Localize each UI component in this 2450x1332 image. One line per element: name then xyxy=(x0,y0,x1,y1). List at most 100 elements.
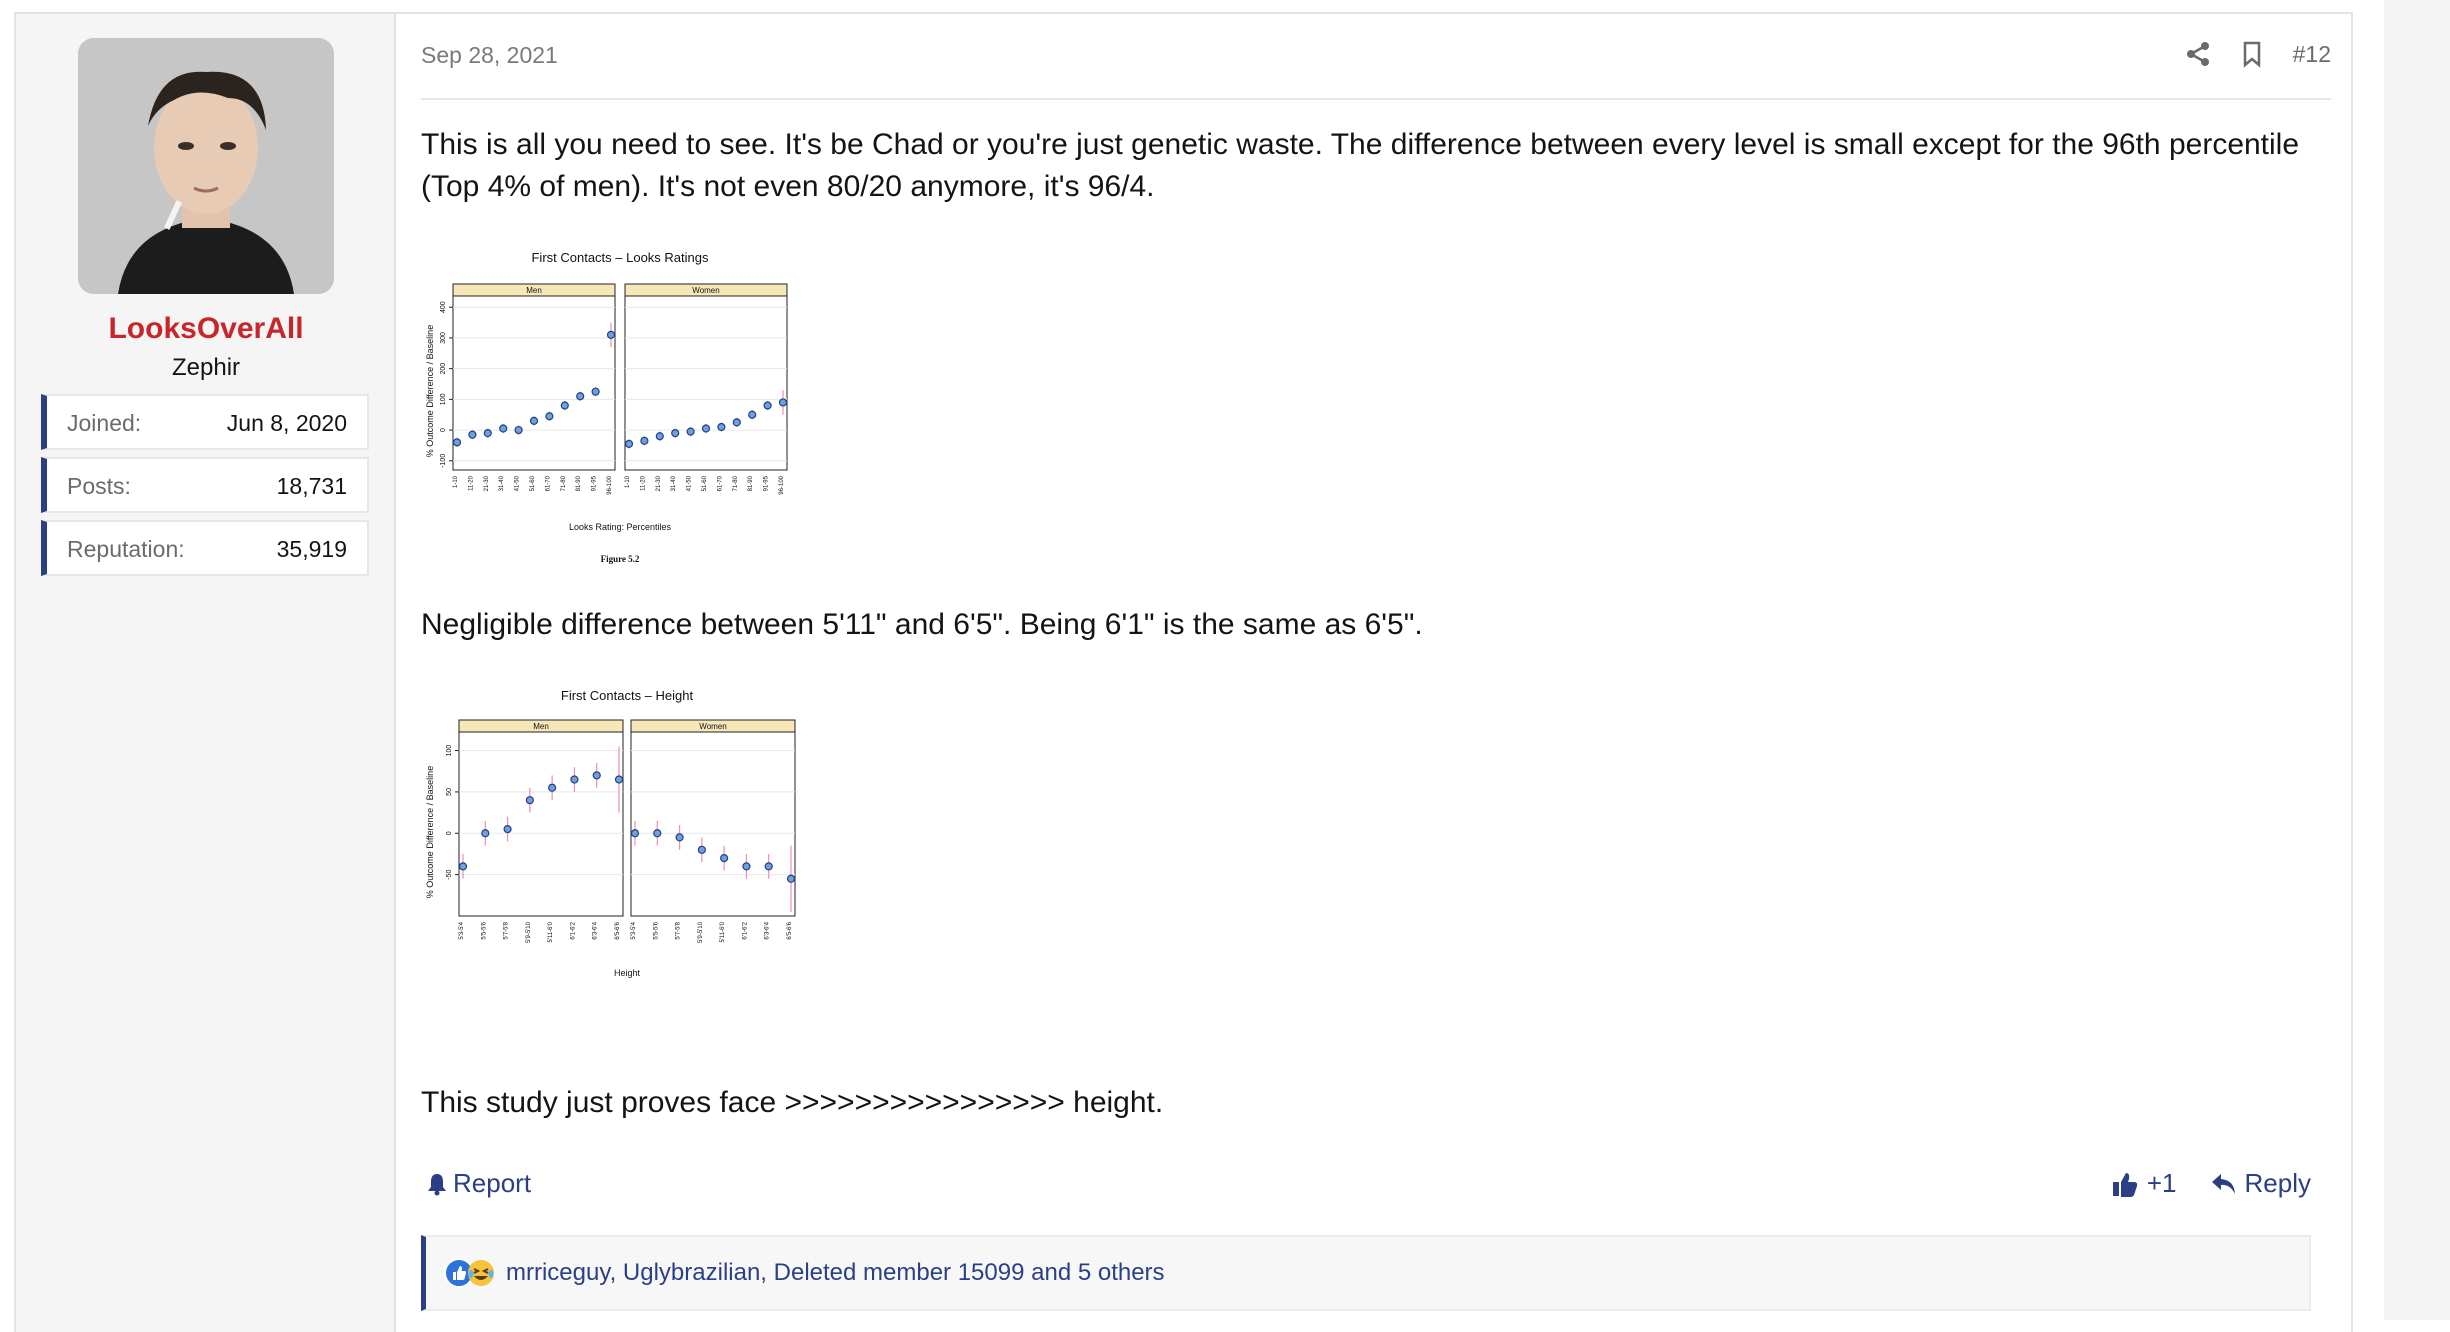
x-axis-label: Height xyxy=(614,968,641,978)
data-point xyxy=(697,845,706,854)
figure-looks-ratings[interactable]: First Contacts – Looks Ratings % Outcome … xyxy=(421,242,821,572)
reaction-icons xyxy=(444,1258,496,1288)
x-tick-label: 6'1-6'2 xyxy=(570,921,576,939)
chart-title: First Contacts – Looks Ratings xyxy=(531,250,709,265)
report-link[interactable]: Report xyxy=(427,1168,531,1199)
x-tick-label: 91-95 xyxy=(592,475,598,491)
panel-frame xyxy=(452,295,616,471)
x-tick-label: 31-40 xyxy=(499,475,505,491)
stat-joined: Joined: Jun 8, 2020 xyxy=(41,394,369,450)
thumbs-up-icon xyxy=(2112,1172,2138,1197)
data-point xyxy=(545,412,554,421)
x-tick-label: 71-80 xyxy=(561,475,567,491)
x-tick-label: 5'11-6'0 xyxy=(720,921,726,942)
reactions-bar[interactable]: mrriceguy, Uglybrazilian, Deleted member… xyxy=(421,1235,2311,1311)
y-tick-label: 50 xyxy=(446,788,453,796)
x-tick-label: 11-20 xyxy=(468,475,474,491)
post-paragraph-3: This study just proves face >>>>>>>>>>>>… xyxy=(421,1086,1164,1119)
data-point xyxy=(591,387,600,396)
x-axis-label: Looks Rating: Percentiles xyxy=(569,522,672,532)
data-point xyxy=(529,416,539,425)
user-avatar[interactable] xyxy=(78,38,334,294)
panel-label: Women xyxy=(699,722,726,731)
data-point xyxy=(458,862,468,871)
avatar-photo xyxy=(78,38,334,294)
x-tick-label: 81-90 xyxy=(748,475,754,491)
x-tick-label: 81-90 xyxy=(576,475,582,491)
y-tick-label: 400 xyxy=(440,301,447,313)
x-tick-label: 41-50 xyxy=(687,475,693,491)
y-tick-label: 0 xyxy=(440,428,447,432)
x-tick-label: 51-60 xyxy=(530,475,536,491)
data-point xyxy=(560,401,569,410)
stat-posts: Posts: 18,731 xyxy=(41,457,369,513)
data-point xyxy=(576,392,585,401)
y-tick-label: 200 xyxy=(440,363,447,375)
stat-label: Joined: xyxy=(67,410,142,436)
x-tick-label: 11-20 xyxy=(640,475,646,491)
data-point xyxy=(653,829,662,838)
data-point xyxy=(701,424,711,433)
figure-height[interactable]: First Contacts – Height % Outcome Differe… xyxy=(421,680,821,1000)
stat-value: Jun 8, 2020 xyxy=(226,410,347,436)
data-point xyxy=(606,330,616,339)
height-chart: First Contacts – Height % Outcome Differe… xyxy=(425,688,796,978)
data-point xyxy=(514,425,523,435)
post-footer-actions: +1 Reply xyxy=(2111,1168,2311,1199)
data-point xyxy=(655,432,664,441)
post-paragraph-1: This is all you need to see. It's be Cha… xyxy=(421,128,2300,203)
post-actions-top: #12 xyxy=(2185,40,2331,68)
x-tick-label: 1-10 xyxy=(625,475,631,488)
x-tick-label: 5'3-5'4 xyxy=(631,921,637,939)
x-tick-label: 91-95 xyxy=(764,475,770,491)
figure-caption: Figure 5.2 xyxy=(601,554,640,564)
data-point xyxy=(614,775,624,784)
x-tick-label: 51-60 xyxy=(702,475,708,491)
y-tick-label: -100 xyxy=(440,454,447,468)
post-number[interactable]: #12 xyxy=(2293,41,2331,68)
data-point xyxy=(763,401,772,410)
like-button[interactable]: +1 xyxy=(2111,1168,2177,1199)
data-point xyxy=(481,829,490,838)
y-tick-label: 100 xyxy=(440,393,447,405)
x-tick-label: 6'1-6'2 xyxy=(742,921,748,939)
x-tick-label: 6'3-6'4 xyxy=(593,921,599,939)
panel-frame xyxy=(630,731,796,917)
reactions-users[interactable]: mrriceguy, Uglybrazilian, Deleted member… xyxy=(506,1259,1165,1287)
data-point xyxy=(742,862,751,871)
panel-label: Men xyxy=(526,286,542,295)
x-tick-label: 1-10 xyxy=(453,475,459,488)
bookmark-icon[interactable] xyxy=(2239,40,2265,68)
reply-button[interactable]: Reply xyxy=(2211,1168,2311,1199)
report-label: Report xyxy=(453,1168,532,1198)
y-tick-label: 100 xyxy=(446,745,453,757)
username-link[interactable]: LooksOverAll xyxy=(16,312,396,346)
data-point xyxy=(671,429,680,438)
x-tick-label: 21-30 xyxy=(656,475,662,491)
post-content: Sep 28, 2021 #12 This is all you need to… xyxy=(421,14,2331,1332)
user-sidebar: LooksOverAll Zephir Joined: Jun 8, 2020 … xyxy=(16,14,396,1332)
like-count: +1 xyxy=(2146,1168,2177,1198)
y-tick-label: 300 xyxy=(440,332,447,344)
x-tick-label: 5'7-5'8 xyxy=(504,921,510,939)
y-axis-label: % Outcome Difference / Baseline xyxy=(425,325,435,457)
data-point xyxy=(732,418,741,427)
data-point xyxy=(720,853,729,863)
panel-frame xyxy=(624,295,788,471)
x-tick-label: 21-30 xyxy=(484,475,490,491)
data-point xyxy=(786,874,796,883)
y-tick-label: 0 xyxy=(446,831,453,835)
laughing-crying-icon xyxy=(468,1260,494,1286)
stat-label: Posts: xyxy=(67,473,131,499)
stat-value: 35,919 xyxy=(276,536,347,562)
post-date[interactable]: Sep 28, 2021 xyxy=(421,42,558,69)
y-axis-label: % Outcome Difference / Baseline xyxy=(425,766,435,898)
x-tick-label: 5'3-5'4 xyxy=(459,921,465,939)
x-tick-label: 61-70 xyxy=(717,475,723,491)
data-point xyxy=(452,438,462,447)
data-point xyxy=(764,862,773,871)
x-tick-label: 5'7-5'8 xyxy=(676,921,682,939)
reply-label: Reply xyxy=(2244,1168,2311,1198)
share-icon[interactable] xyxy=(2185,40,2211,68)
x-tick-label: 6'5-6'6 xyxy=(615,921,621,939)
